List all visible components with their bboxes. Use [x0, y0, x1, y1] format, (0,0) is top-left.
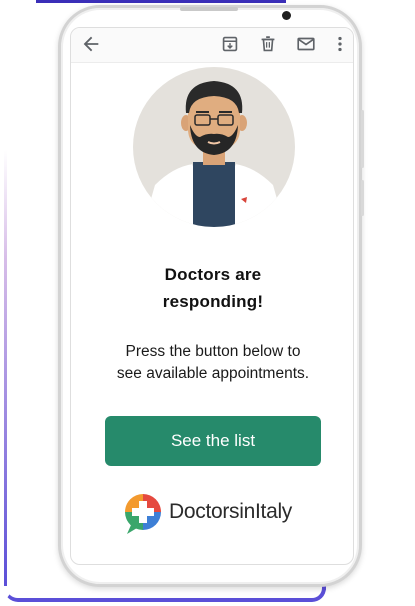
phone-side-button: [361, 180, 364, 216]
phone-camera: [282, 11, 291, 20]
email-screen: Doctors are responding! Press the button…: [70, 27, 354, 565]
email-toolbar: [71, 28, 353, 63]
more-vert-icon[interactable]: [329, 33, 351, 55]
archive-icon[interactable]: [219, 33, 241, 55]
back-arrow-icon[interactable]: [80, 33, 102, 55]
headline-line: Doctors are: [164, 265, 262, 284]
see-the-list-button[interactable]: See the list: [105, 416, 321, 466]
mail-icon[interactable]: [295, 33, 317, 55]
decorative-top-bar: [36, 0, 286, 3]
headline: Doctors are responding!: [71, 261, 353, 315]
headline-line: responding!: [162, 292, 264, 311]
phone-speaker: [180, 7, 238, 11]
logo-cross-icon: [125, 494, 161, 534]
logo-text: DoctorsinItaly: [169, 500, 293, 523]
delete-icon[interactable]: [257, 33, 279, 55]
body-line: Press the button below to: [125, 343, 301, 360]
doctor-avatar: [133, 67, 295, 227]
body-text: Press the button below to see available …: [71, 341, 353, 385]
phone-side-button: [361, 110, 364, 168]
body-line: see available appointments.: [116, 365, 310, 382]
doctorsinitaly-logo: DoctorsinItaly: [123, 492, 313, 536]
